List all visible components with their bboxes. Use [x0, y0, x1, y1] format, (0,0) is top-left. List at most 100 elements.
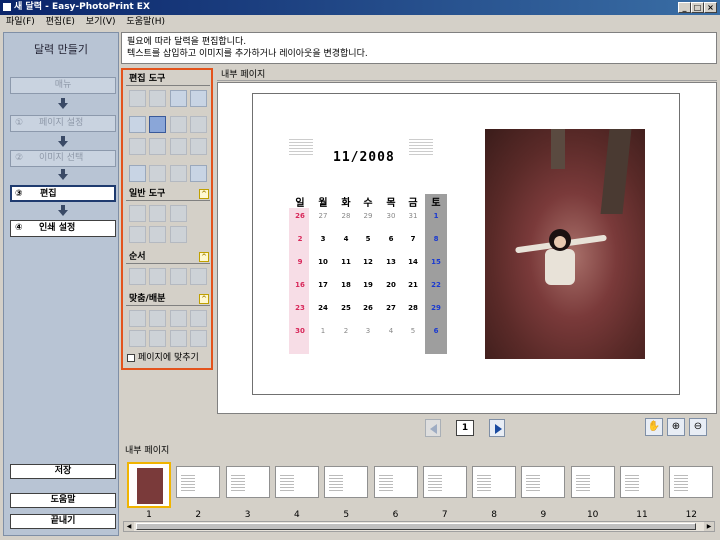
tool-filter-icon[interactable] [190, 116, 207, 133]
step-image-select[interactable]: ② 이미지 선택 [10, 150, 116, 167]
bring-forward-icon[interactable] [170, 268, 187, 285]
page-navigation: 1 ✋ ⊕ ⊖ [217, 416, 717, 440]
step-menu[interactable]: 매뉴 [10, 77, 116, 94]
distribute-v-icon[interactable] [190, 330, 207, 347]
page-thumbnail[interactable] [620, 466, 664, 498]
align-right-icon[interactable] [170, 310, 187, 327]
page-thumbnail[interactable] [127, 462, 171, 508]
tool-text-box-icon[interactable] [170, 165, 187, 182]
delete-icon[interactable] [170, 205, 187, 222]
prev-month-mini-calendar [289, 134, 313, 156]
fit-to-page-label: 페이지에 맞추기 [138, 353, 199, 363]
zoom-in-icon[interactable]: ⊕ [667, 418, 685, 436]
help-button[interactable]: 도움말 [10, 493, 116, 508]
day-name: 토 [431, 198, 441, 209]
align-top-icon[interactable] [190, 310, 207, 327]
day-cell: 21 [408, 281, 418, 289]
send-back-icon[interactable] [149, 268, 166, 285]
arrow-down-icon [58, 169, 68, 180]
menu-help[interactable]: 도움말(H) [126, 17, 165, 27]
calendar-page[interactable]: 11/2008 일 월 화 수 목 금 토 26 27 28 29 30 31 1 2 3 4 5 6… [252, 93, 680, 395]
tool-flip-icon[interactable] [149, 138, 166, 155]
copy-icon[interactable] [149, 226, 166, 243]
align-middle-icon[interactable] [129, 330, 146, 347]
page-thumbnail[interactable] [176, 466, 221, 498]
day-name: 화 [341, 198, 351, 209]
page-thumbnail[interactable] [373, 466, 418, 498]
redo-icon[interactable] [149, 205, 166, 222]
close-button[interactable]: × [704, 2, 717, 13]
tool-layout-icon[interactable] [129, 90, 146, 107]
bring-front-icon[interactable] [129, 268, 146, 285]
instruction-line: 텍스트를 삽입하고 이미지를 추가하거나 레이아웃을 변경합니다. [127, 49, 368, 59]
next-page-button[interactable] [489, 419, 505, 437]
step-page-setup[interactable]: ① 페이지 설정 [10, 115, 116, 132]
align-left-icon[interactable] [129, 310, 146, 327]
scroll-thumb[interactable] [136, 523, 696, 530]
scroll-right-icon[interactable]: ▶ [704, 522, 714, 531]
tool-properties-icon[interactable] [190, 165, 207, 182]
menu-file[interactable]: 파일(F) [6, 17, 35, 27]
tool-effect-icon[interactable] [190, 138, 207, 155]
send-backward-icon[interactable] [190, 268, 207, 285]
prev-page-button[interactable] [425, 419, 441, 437]
calendar-photo[interactable] [485, 129, 645, 359]
collapse-icon[interactable]: ^ [199, 294, 209, 304]
step-number: ④ [15, 223, 23, 233]
tool-text-icon[interactable] [129, 165, 146, 182]
tool-rotate-icon[interactable] [129, 138, 146, 155]
collapse-icon[interactable]: ^ [199, 189, 209, 199]
exit-button[interactable]: 끝내기 [10, 514, 116, 529]
tool-crop-icon[interactable] [170, 116, 187, 133]
minimize-button[interactable]: _ [678, 2, 691, 13]
menu-bar: 파일(F) 편집(E) 보기(V) 도움말(H) [0, 15, 720, 30]
preview-canvas[interactable]: 11/2008 일 월 화 수 목 금 토 26 27 28 29 30 31 1 2 3 4 5 6… [217, 82, 717, 414]
tool-redeye-icon[interactable] [170, 138, 187, 155]
thumbnail-label: 2 [195, 510, 202, 520]
zoom-out-icon[interactable]: ⊖ [689, 418, 707, 436]
paste-icon[interactable] [170, 226, 187, 243]
undo-icon[interactable] [129, 205, 146, 222]
day-name: 월 [318, 198, 328, 209]
fit-to-page-checkbox[interactable]: 페이지에 맞추기 [127, 352, 199, 364]
hand-tool-icon[interactable]: ✋ [645, 418, 663, 436]
tool-copy-page-icon[interactable] [190, 90, 207, 107]
triangle-right-icon [495, 424, 502, 434]
save-button[interactable]: 저장 [10, 464, 116, 479]
tool-add-image-icon[interactable] [149, 116, 166, 133]
horizontal-scrollbar[interactable]: ◀ ▶ [123, 521, 715, 532]
distribute-h-icon[interactable] [170, 330, 187, 347]
tool-frame-icon[interactable] [170, 90, 187, 107]
calendar-block[interactable]: 11/2008 일 월 화 수 목 금 토 26 27 28 29 30 31 1 2 3 4 5 6… [289, 134, 449, 354]
align-center-icon[interactable] [149, 310, 166, 327]
step-edit[interactable]: ③ 편집 [10, 185, 116, 202]
step-print-setup[interactable]: ④ 인쇄 설정 [10, 220, 116, 237]
thumbnail-label: 4 [294, 510, 300, 520]
collapse-icon[interactable]: ^ [199, 252, 209, 262]
page-thumbnail[interactable] [422, 466, 467, 498]
tool-background-icon[interactable] [149, 90, 166, 107]
cut-icon[interactable] [129, 226, 146, 243]
page-thumbnail[interactable] [570, 466, 615, 498]
tool-image-icon[interactable] [129, 116, 146, 133]
page-thumbnail[interactable] [274, 466, 319, 498]
align-header: 맞춤/배분 ^ [126, 292, 210, 306]
page-thumbnail[interactable] [472, 466, 517, 498]
menu-view[interactable]: 보기(V) [86, 17, 116, 27]
page-thumbnail[interactable] [225, 466, 270, 498]
thumbnail-label: 1 [146, 510, 152, 520]
day-cell: 19 [363, 281, 373, 289]
day-cell: 29 [363, 212, 373, 220]
menu-edit[interactable]: 편집(E) [46, 17, 75, 27]
page-thumbnail[interactable] [324, 466, 369, 498]
day-cell: 6 [433, 327, 439, 335]
align-bottom-icon[interactable] [149, 330, 166, 347]
maximize-button[interactable]: □ [691, 2, 704, 13]
day-cell: 16 [295, 281, 305, 289]
tool-vertical-text-icon[interactable] [149, 165, 166, 182]
scroll-left-icon[interactable]: ◀ [124, 522, 134, 531]
checkbox-icon[interactable] [127, 353, 135, 362]
page-thumbnail[interactable] [521, 466, 566, 498]
step-label: 이미지 선택 [39, 153, 84, 163]
page-thumbnail[interactable] [669, 466, 714, 498]
